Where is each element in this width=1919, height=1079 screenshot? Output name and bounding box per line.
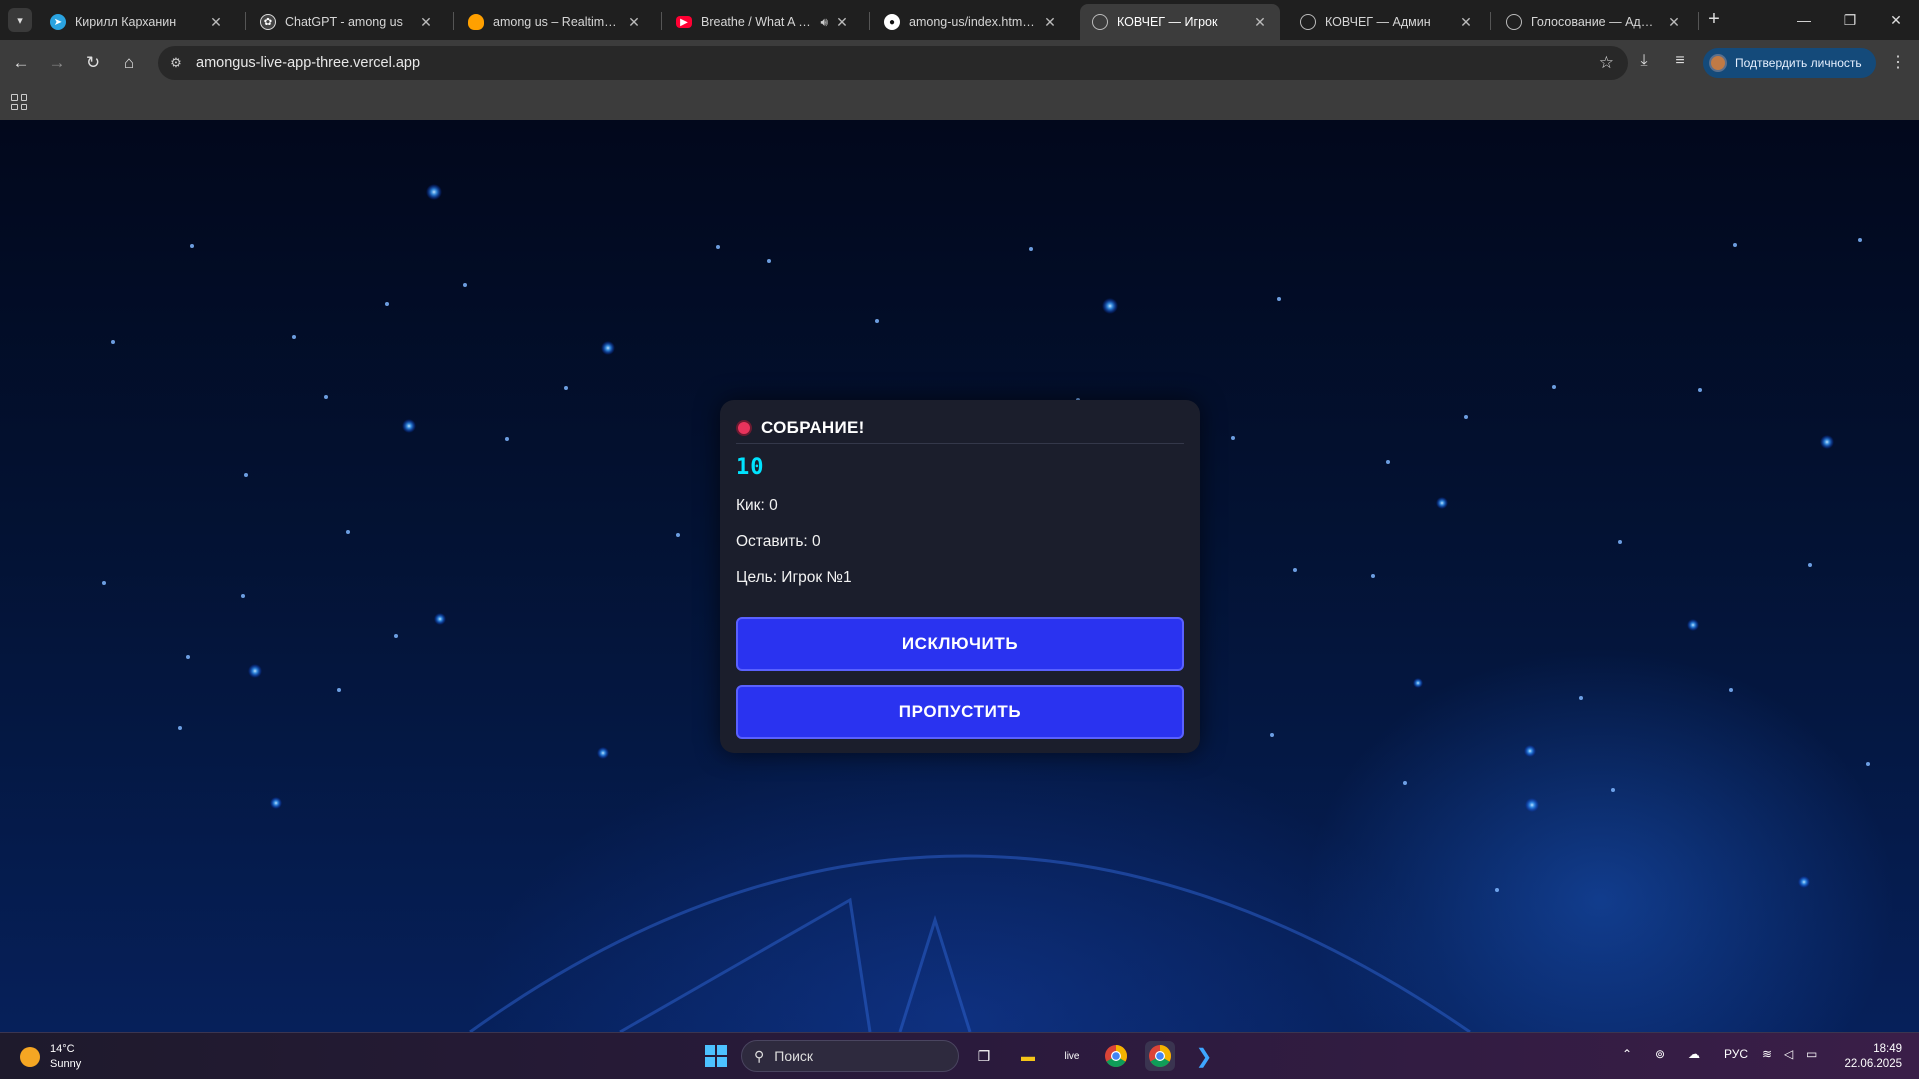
telegram-icon: ➤ <box>50 14 66 30</box>
tab-separator <box>661 12 662 30</box>
kick-count: Кик: 0 <box>736 497 778 514</box>
globe-icon <box>1300 14 1316 30</box>
tab-kovcheg-player[interactable]: КОВЧЕГ — Игрок ✕ <box>1080 4 1280 40</box>
tab-chatgpt[interactable]: ✿ ChatGPT - among us ✕ <box>248 4 446 40</box>
close-icon[interactable]: ✕ <box>1458 14 1474 31</box>
tab-firebase[interactable]: among us – Realtime Data ✕ <box>456 4 654 40</box>
tab-separator <box>453 12 454 30</box>
meeting-timer: 10 <box>736 455 765 480</box>
tab-title: among us – Realtime Data <box>493 15 620 29</box>
close-icon[interactable]: ✕ <box>626 14 642 31</box>
live-app-icon[interactable]: live <box>1057 1041 1087 1071</box>
windows-taskbar: 14°C Sunny ⚲ Поиск ❐ ▬ live ❯ ⌃ ⊚ ☁ РУС … <box>0 1032 1919 1079</box>
meeting-card: СОБРАНИЕ! 10 Кик: 0 Оставить: 0 Цель: Иг… <box>720 400 1200 753</box>
vote-target: Цель: Игрок №1 <box>736 569 852 586</box>
youtube-icon: ▶ <box>676 16 692 28</box>
tab-title: Кирилл Карханин <box>75 15 177 29</box>
close-icon[interactable]: ✕ <box>1042 14 1058 31</box>
keep-count: Оставить: 0 <box>736 533 821 550</box>
vscode-icon[interactable]: ❯ <box>1189 1041 1219 1071</box>
tab-voting-admin[interactable]: Голосование — Админ ✕ <box>1494 4 1694 40</box>
wifi-icon[interactable]: ≋ <box>1762 1047 1772 1061</box>
close-icon[interactable]: ✕ <box>418 14 434 31</box>
globe-icon <box>1506 14 1522 30</box>
bookmarks-bar <box>0 86 1919 120</box>
tab-title: КОВЧЕГ — Игрок <box>1117 15 1218 29</box>
taskbar-search-placeholder: Поиск <box>774 1048 814 1064</box>
file-explorer-icon[interactable]: ▬ <box>1013 1041 1043 1071</box>
site-info-icon[interactable]: ⚙ <box>162 49 190 77</box>
tab-title: ChatGPT - among us <box>285 15 403 29</box>
tab-kovcheg-admin[interactable]: КОВЧЕГ — Админ ✕ <box>1288 4 1486 40</box>
github-icon: ● <box>884 14 900 30</box>
close-window-icon[interactable]: ✕ <box>1873 0 1919 40</box>
taskbar-search-input[interactable]: ⚲ Поиск <box>741 1040 959 1072</box>
language-indicator[interactable]: РУС <box>1724 1047 1748 1061</box>
close-icon[interactable]: ✕ <box>208 14 224 31</box>
restore-icon[interactable]: ❐ <box>1827 0 1873 40</box>
tab-title: among-us/index.html at m <box>909 15 1036 29</box>
verify-identity-button[interactable]: Подтвердить личность <box>1703 48 1876 78</box>
meeting-header: СОБРАНИЕ! <box>736 416 1184 444</box>
home-icon[interactable]: ⌂ <box>116 50 142 76</box>
volume-icon[interactable]: ◁ <box>1784 1047 1793 1061</box>
close-icon[interactable]: ✕ <box>834 14 850 31</box>
download-icon[interactable]: ⤓ <box>1632 52 1656 76</box>
chrome-icon[interactable] <box>1101 1041 1131 1071</box>
chrome-active-icon[interactable] <box>1145 1041 1175 1071</box>
tab-github[interactable]: ● among-us/index.html at m ✕ <box>872 4 1070 40</box>
skip-button[interactable]: ПРОПУСТИТЬ <box>736 685 1184 739</box>
minimize-icon[interactable]: — <box>1781 0 1827 40</box>
tab-strip: ▾ ➤ Кирилл Карханин ✕ ✿ ChatGPT - among … <box>0 0 1919 40</box>
tab-separator <box>1490 12 1491 30</box>
tray-overflow-chevron-icon[interactable]: ⌃ <box>1622 1047 1632 1061</box>
kebab-menu-icon[interactable]: ⋮ <box>1886 52 1910 76</box>
clock-date: 22.06.2025 <box>1844 1058 1902 1070</box>
tab-title: КОВЧЕГ — Админ <box>1325 15 1431 29</box>
sun-icon <box>20 1047 40 1067</box>
weather-widget[interactable]: 14°C Sunny <box>20 1042 81 1072</box>
cloud-offline-icon[interactable]: ☁ <box>1688 1047 1700 1061</box>
browser-toolbar: ← → ↻ ⌂ ⚙ amongus-live-app-three.vercel.… <box>0 40 1919 86</box>
firebase-icon <box>468 14 484 30</box>
tab-separator <box>869 12 870 30</box>
back-arrow-icon[interactable]: ← <box>8 50 34 76</box>
verify-identity-label: Подтвердить личность <box>1735 56 1862 70</box>
tab-youtube[interactable]: ▶ Breathe / What A Frie 🔊︎ ✕ <box>664 4 862 40</box>
close-icon[interactable]: ✕ <box>1666 14 1682 31</box>
globe-icon <box>1092 14 1108 30</box>
meeting-title: СОБРАНИЕ! <box>761 417 865 437</box>
address-bar[interactable]: ⚙ amongus-live-app-three.vercel.app ☆ <box>158 46 1628 80</box>
reload-icon[interactable]: ↻ <box>80 50 106 76</box>
tab-separator <box>1698 12 1699 30</box>
page-viewport: СОБРАНИЕ! 10 Кик: 0 Оставить: 0 Цель: Иг… <box>0 120 1919 1032</box>
search-icon: ⚲ <box>754 1047 765 1064</box>
new-tab-plus-icon[interactable]: + <box>1702 8 1726 32</box>
weather-temperature: 14°C <box>50 1043 75 1055</box>
task-view-icon[interactable]: ❐ <box>969 1041 999 1071</box>
tab-title: Голосование — Админ <box>1531 15 1660 29</box>
tab-search-chevron-icon[interactable]: ▾ <box>8 8 32 32</box>
windows-start-icon[interactable] <box>701 1041 731 1071</box>
taskbar-clock[interactable]: 18:49 22.06.2025 <box>1838 1042 1902 1072</box>
media-control-icon[interactable]: ≡ <box>1668 52 1692 76</box>
clock-time: 18:49 <box>1873 1043 1902 1055</box>
bookmark-star-icon[interactable]: ☆ <box>1599 53 1614 73</box>
tab-telegram[interactable]: ➤ Кирилл Карханин ✕ <box>38 4 236 40</box>
kick-button[interactable]: ИСКЛЮЧИТЬ <box>736 617 1184 671</box>
forward-arrow-icon[interactable]: → <box>44 50 70 76</box>
weather-description: Sunny <box>50 1058 82 1070</box>
tab-title: Breathe / What A Frie <box>701 15 817 29</box>
apps-grid-icon[interactable] <box>11 94 27 110</box>
record-dot-icon <box>736 419 752 436</box>
avatar <box>1709 54 1727 72</box>
tray-app-icon[interactable]: ⊚ <box>1655 1047 1665 1061</box>
url-text[interactable]: amongus-live-app-three.vercel.app <box>196 55 420 71</box>
close-icon[interactable]: ✕ <box>1252 14 1268 31</box>
chatgpt-icon: ✿ <box>260 14 276 30</box>
battery-icon[interactable]: ▭ <box>1806 1047 1817 1061</box>
speaker-icon[interactable]: 🔊︎ <box>820 15 828 30</box>
tab-separator <box>245 12 246 30</box>
